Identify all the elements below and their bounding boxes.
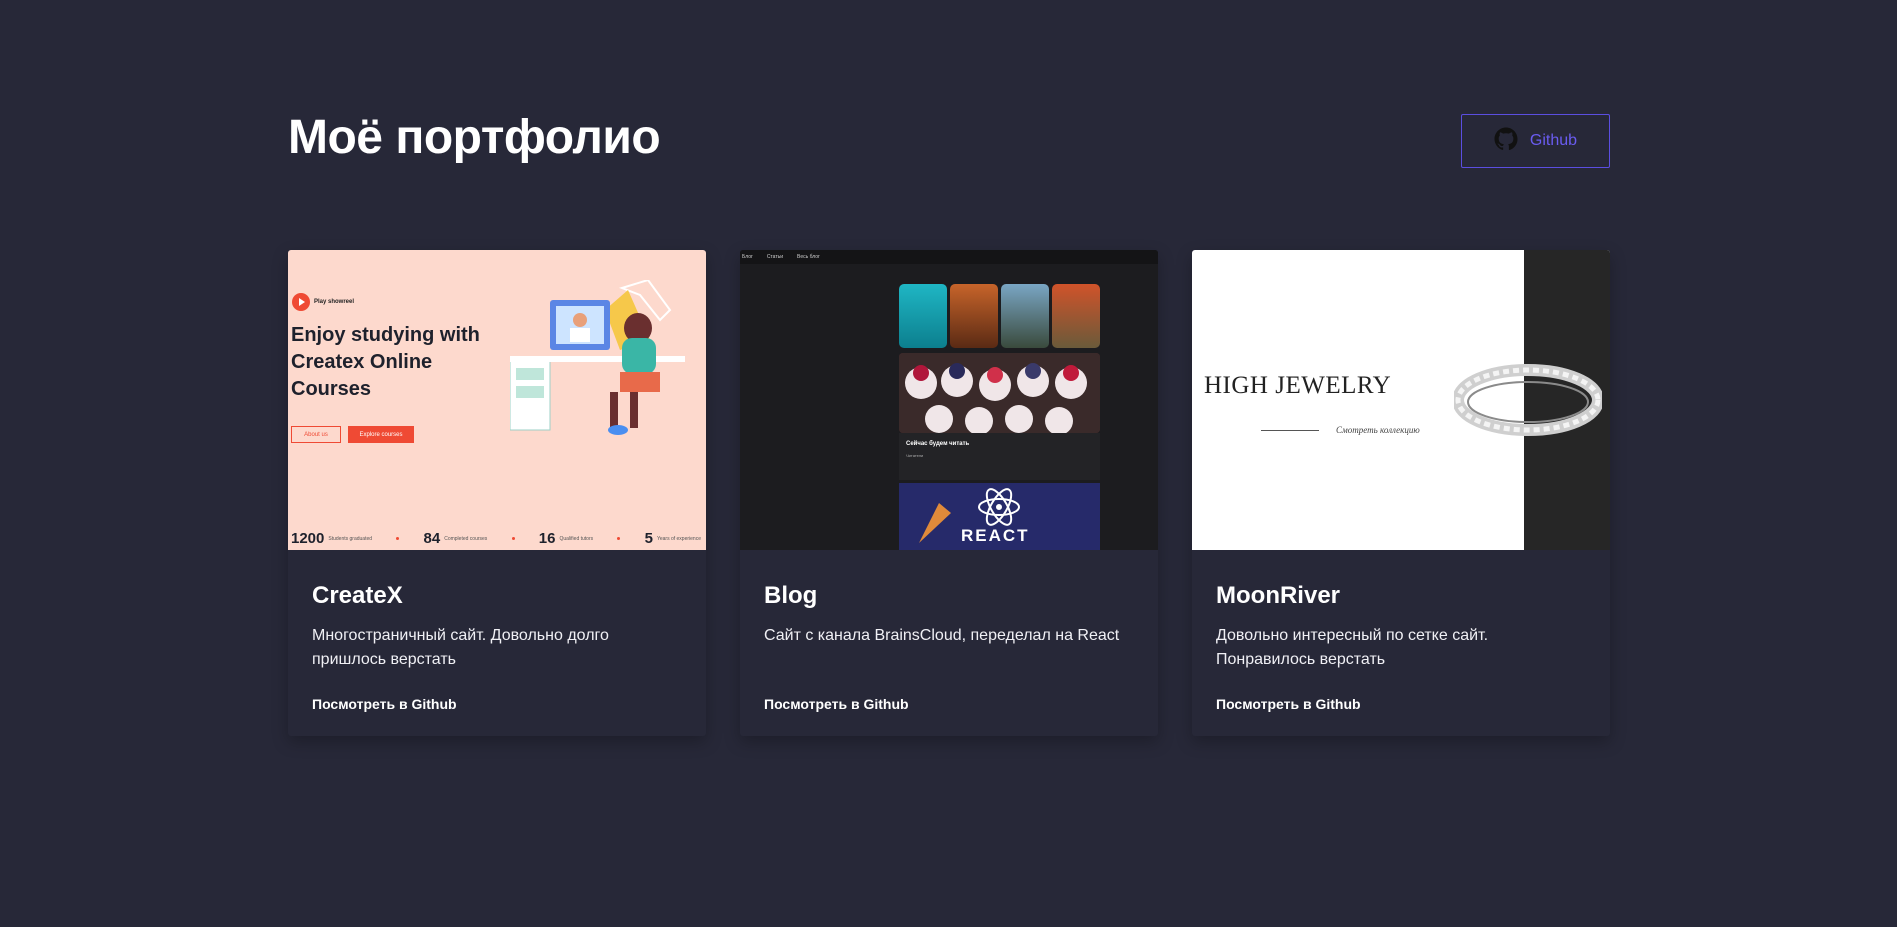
play-label: Play showreel: [314, 299, 355, 305]
blog-tile: [950, 284, 998, 348]
illustration-image: [510, 280, 685, 435]
page-title: Моё портфолио: [288, 111, 661, 164]
projects-grid: Play showreel Enjoy studying with Create…: [288, 250, 1610, 736]
card-title: MoonRiver: [1216, 582, 1341, 609]
moonriver-subline: Смотреть коллекцию: [1336, 425, 1420, 435]
card-description: Сайт с канала BrainsCloud, переделал на …: [764, 627, 1120, 644]
stat-item: 5 Years of experience: [644, 530, 701, 547]
blog-featured-image: [899, 353, 1100, 433]
blog-tile: [1001, 284, 1049, 348]
createx-about-button: About us: [291, 426, 341, 443]
stat-item: 1200 Students graduated: [291, 530, 373, 547]
blog-tile: [899, 284, 947, 348]
github-link[interactable]: Посмотреть в Github: [312, 696, 457, 712]
divider: [1261, 430, 1319, 431]
createx-preview-image: Play showreel Enjoy studying with Create…: [288, 250, 706, 550]
project-card-moonriver: HIGH JEWELRY Смотреть коллекцию MoonRive…: [1192, 250, 1610, 736]
github-link[interactable]: Посмотреть в Github: [764, 696, 909, 712]
play-icon: [292, 293, 310, 311]
blog-tile: [1052, 284, 1100, 348]
moonriver-preview-image: HIGH JEWELRY Смотреть коллекцию: [1192, 250, 1610, 550]
blog-react-banner: REACT: [899, 483, 1100, 550]
ring-image: [1454, 364, 1602, 436]
page-header: Моё портфолио Github: [288, 108, 1610, 168]
card-description: Довольно интересный по сетке сайт. Понра…: [1216, 627, 1489, 668]
blog-nav: Блог Статьи Весь блог: [740, 250, 1158, 264]
card-title: Blog: [764, 582, 818, 609]
createx-explore-button: Explore courses: [348, 426, 414, 443]
github-button[interactable]: Github: [1461, 114, 1610, 168]
blog-preview-image: Блог Статьи Весь блог Сейчас будем читат…: [740, 250, 1158, 550]
createx-stats: 1200 Students graduated 84 Completed cours…: [291, 530, 701, 547]
project-card-blog: Блог Статьи Весь блог Сейчас будем читат…: [740, 250, 1158, 736]
github-icon: [1494, 127, 1518, 156]
card-title: CreateX: [312, 582, 403, 609]
card-description: Многостраничный сайт. Довольно долго при…: [312, 627, 609, 668]
blog-post-card: Сейчас будем читать Читатели: [899, 433, 1100, 480]
github-link[interactable]: Посмотреть в Github: [1216, 696, 1361, 712]
stat-item: 16 Qualified tutors: [538, 530, 594, 547]
stat-item: 84 Completed courses: [423, 530, 488, 547]
project-card-createx: Play showreel Enjoy studying with Create…: [288, 250, 706, 736]
createx-hero-text: Enjoy studying with Createx Online Cours…: [291, 324, 480, 400]
github-button-label: Github: [1529, 132, 1578, 149]
moonriver-headline: HIGH JEWELRY: [1204, 372, 1392, 399]
